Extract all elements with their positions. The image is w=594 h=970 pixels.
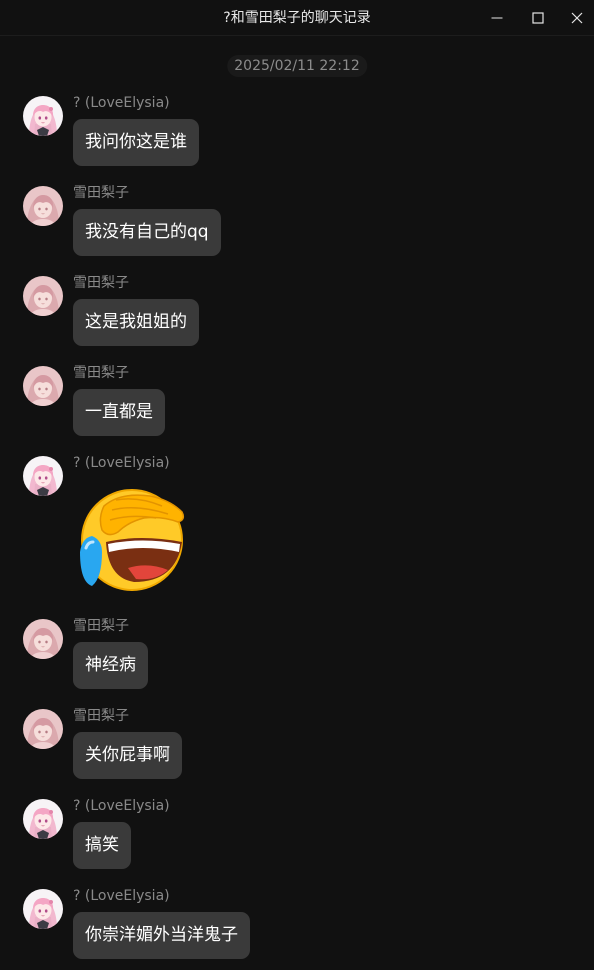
message-bubble[interactable]: 我没有自己的qq [73, 209, 221, 256]
avatar[interactable] [23, 186, 63, 226]
minimize-icon [491, 17, 503, 19]
message-bubble[interactable]: 关你屁事啊 [73, 732, 182, 779]
anime-avatar-yukida-riko-icon [23, 709, 63, 749]
close-button[interactable] [556, 0, 594, 36]
avatar[interactable] [23, 456, 63, 496]
sender-name: ? (LoveElysia) [73, 798, 170, 814]
sender-name: 雪田梨子 [73, 365, 129, 381]
avatar[interactable] [23, 96, 63, 136]
facepalm-laughing-crying-emoji-icon [80, 489, 185, 591]
anime-avatar-love-elysia-icon [23, 889, 63, 929]
sender-name: 雪田梨子 [73, 185, 129, 201]
avatar[interactable] [23, 709, 63, 749]
minimize-button[interactable] [476, 0, 518, 36]
sticker-message[interactable] [72, 482, 192, 594]
message-bubble[interactable]: 神经病 [73, 642, 148, 689]
anime-avatar-love-elysia-icon [23, 456, 63, 496]
title-bar[interactable]: ?和雪田梨子的聊天记录 [0, 0, 594, 36]
avatar[interactable] [23, 889, 63, 929]
sender-name: 雪田梨子 [73, 708, 129, 724]
anime-avatar-yukida-riko-icon [23, 186, 63, 226]
sender-name: 雪田梨子 [73, 275, 129, 291]
message-bubble[interactable]: 我问你这是谁 [73, 119, 199, 166]
close-icon [571, 12, 583, 24]
anime-avatar-yukida-riko-icon [23, 366, 63, 406]
message-bubble[interactable]: 搞笑 [73, 822, 131, 869]
maximize-icon [532, 12, 544, 24]
avatar[interactable] [23, 799, 63, 839]
sender-name: ? (LoveElysia) [73, 455, 170, 471]
avatar[interactable] [23, 366, 63, 406]
anime-avatar-yukida-riko-icon [23, 276, 63, 316]
anime-avatar-love-elysia-icon [23, 799, 63, 839]
chat-history-window: ?和雪田梨子的聊天记录 2025/02/11 22:12 ? (LoveElys… [0, 0, 594, 970]
message-bubble[interactable]: 一直都是 [73, 389, 165, 436]
sender-name: 雪田梨子 [73, 618, 129, 634]
message-bubble[interactable]: 你崇洋媚外当洋鬼子 [73, 912, 250, 959]
sender-name: ? (LoveElysia) [73, 888, 170, 904]
anime-avatar-yukida-riko-icon [23, 619, 63, 659]
avatar[interactable] [23, 619, 63, 659]
sender-name: ? (LoveElysia) [73, 95, 170, 111]
message-bubble[interactable]: 这是我姐姐的 [73, 299, 199, 346]
timestamp-badge: 2025/02/11 22:12 [227, 55, 367, 77]
maximize-button[interactable] [517, 0, 559, 36]
avatar[interactable] [23, 276, 63, 316]
anime-avatar-love-elysia-icon [23, 96, 63, 136]
